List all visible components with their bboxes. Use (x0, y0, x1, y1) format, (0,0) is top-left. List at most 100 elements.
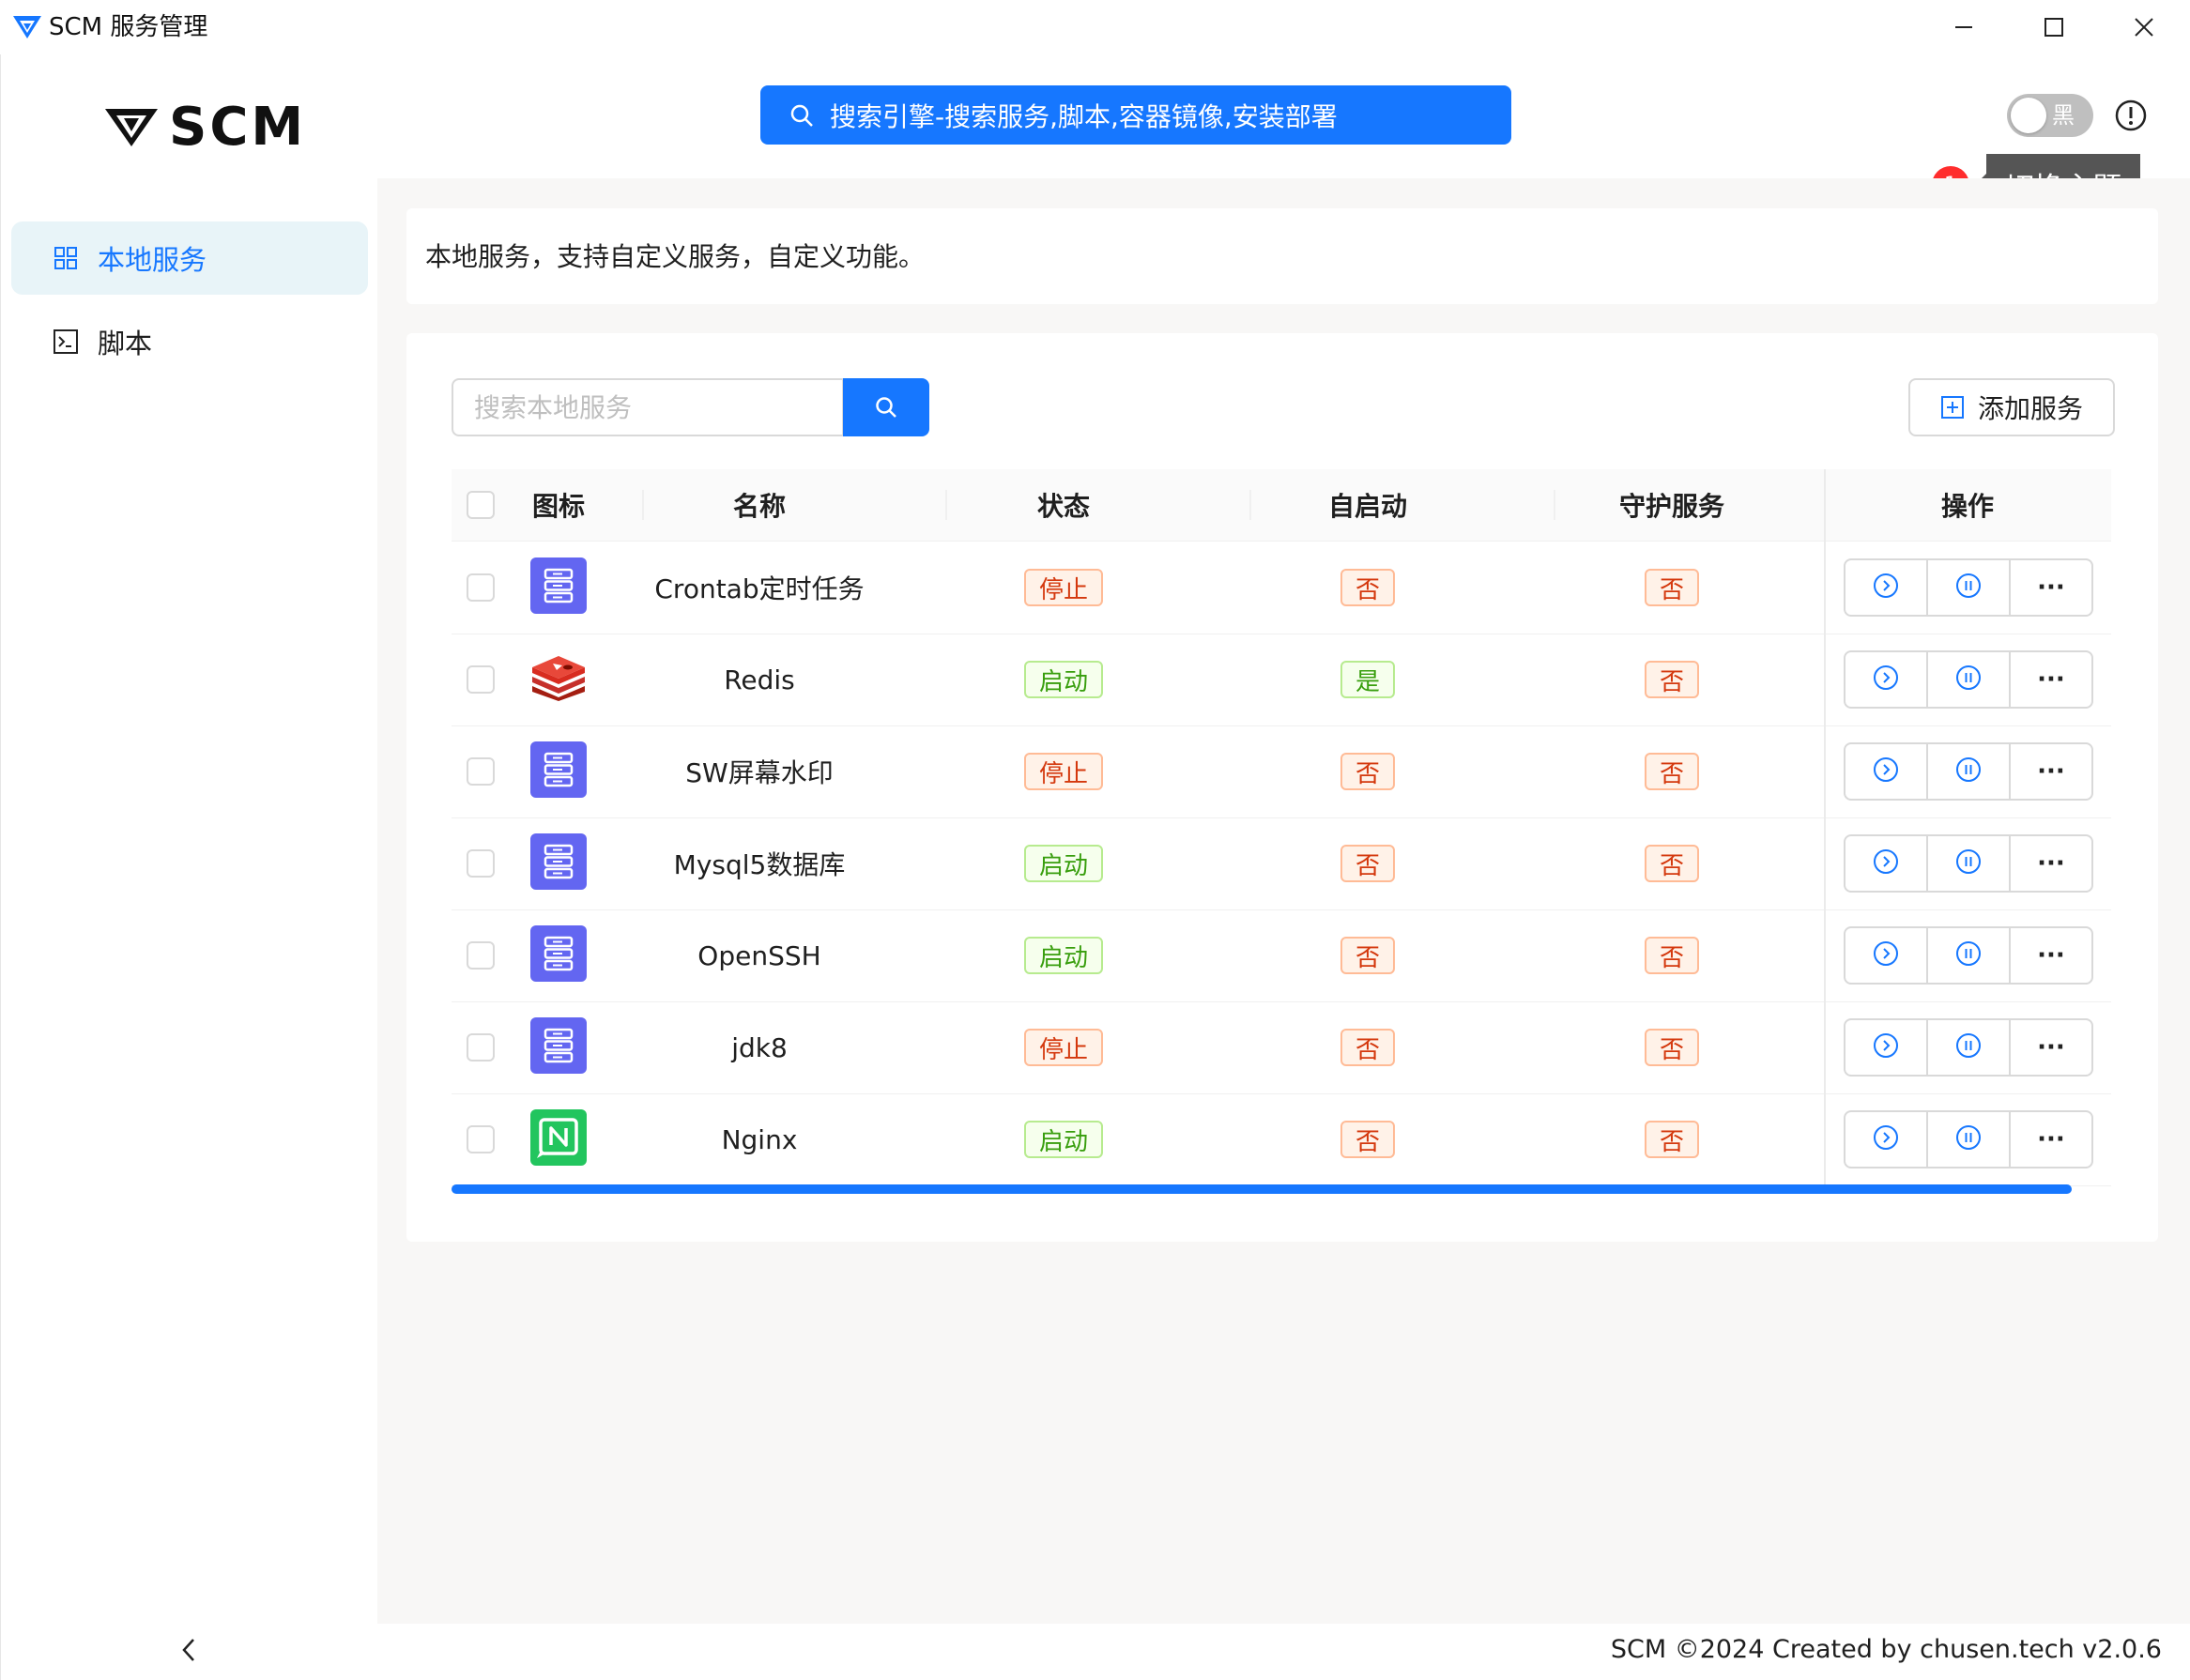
table-row: Mysql5数据库 启动 否 否 ··· (452, 817, 2111, 910)
start-service-button[interactable] (1844, 834, 1928, 893)
pause-service-button[interactable] (1926, 558, 2011, 617)
theme-toggle[interactable]: 黑 (2007, 94, 2093, 137)
brand-logo-icon (105, 109, 158, 146)
pause-circle-icon (1955, 756, 1982, 787)
more-actions-button[interactable]: ··· (2009, 926, 2093, 985)
local-search-button[interactable] (843, 378, 929, 436)
sidebar-item-local-services[interactable]: 本地服务 (11, 221, 368, 295)
app-logo-icon (11, 13, 43, 41)
service-icon-cell (510, 1001, 607, 1093)
info-icon[interactable] (2115, 99, 2147, 131)
terminal-icon (53, 328, 79, 355)
row-checkbox[interactable] (467, 1125, 495, 1153)
start-service-button[interactable] (1844, 1018, 1928, 1077)
brand-logo: SCM (103, 94, 306, 160)
add-service-button[interactable]: 添加服务 (1908, 378, 2115, 436)
service-icon-cell (510, 634, 607, 725)
more-actions-button[interactable]: ··· (2009, 742, 2093, 801)
local-search-input[interactable] (472, 380, 833, 435)
sidebar-item-scripts[interactable]: 脚本 (11, 305, 368, 378)
toggle-knob (2011, 98, 2046, 133)
pause-service-button[interactable] (1926, 650, 2011, 709)
status-tag: 停止 (1023, 1029, 1103, 1066)
actions-cell: ··· (1841, 1093, 2096, 1185)
autostart-cell: 否 (1216, 725, 1520, 817)
minimize-button[interactable] (1919, 0, 2009, 54)
status-cell: 启动 (911, 909, 1216, 1001)
global-search-button[interactable]: 搜索引擎-搜索服务,脚本,容器镜像,安装部署 (760, 85, 1511, 145)
autostart-tag: 否 (1340, 937, 1395, 974)
daemon-tag: 否 (1644, 1029, 1699, 1066)
autostart-cell: 否 (1216, 542, 1520, 634)
status-cell: 启动 (911, 1093, 1216, 1185)
pause-circle-icon (1955, 940, 1982, 970)
start-service-button[interactable] (1844, 558, 1928, 617)
play-circle-icon (1873, 664, 1899, 695)
collapse-sidebar-button[interactable] (175, 1633, 203, 1667)
table-row: jdk8 停止 否 否 ··· (452, 1001, 2111, 1094)
pause-service-button[interactable] (1926, 834, 2011, 893)
status-cell: 停止 (911, 1001, 1216, 1093)
actions-cell: ··· (1841, 909, 2096, 1001)
service-icon-cell (510, 909, 607, 1001)
server-icon (530, 925, 587, 985)
row-select-cell (452, 725, 510, 817)
pause-service-button[interactable] (1926, 1018, 2011, 1077)
play-circle-icon (1873, 1124, 1899, 1154)
select-all-checkbox[interactable] (467, 491, 495, 519)
service-name-cell: Crontab定时任务 (607, 542, 911, 634)
more-icon: ··· (2037, 941, 2065, 970)
service-name: jdk8 (731, 1031, 788, 1063)
start-service-button[interactable] (1844, 926, 1928, 985)
server-icon (530, 557, 587, 618)
title-bar: SCM 服务管理 (0, 0, 2190, 54)
actions-cell: ··· (1841, 1001, 2096, 1093)
more-actions-button[interactable]: ··· (2009, 650, 2093, 709)
maximize-button[interactable] (2009, 0, 2099, 54)
actions-cell: ··· (1841, 725, 2096, 817)
close-window-button[interactable] (2099, 0, 2189, 54)
local-search-field[interactable] (452, 378, 844, 436)
more-icon: ··· (2037, 573, 2065, 602)
row-checkbox[interactable] (467, 757, 495, 786)
daemon-tag: 否 (1644, 937, 1699, 974)
daemon-cell: 否 (1520, 1093, 1824, 1185)
more-actions-button[interactable]: ··· (2009, 1018, 2093, 1077)
fixed-column-divider (1824, 469, 1826, 1184)
row-checkbox[interactable] (467, 1033, 495, 1061)
horizontal-scrollbar-thumb[interactable] (452, 1184, 2072, 1194)
pause-service-button[interactable] (1926, 926, 2011, 985)
daemon-cell: 否 (1520, 634, 1824, 725)
more-actions-button[interactable]: ··· (2009, 834, 2093, 893)
start-service-button[interactable] (1844, 1110, 1928, 1168)
start-service-button[interactable] (1844, 742, 1928, 801)
more-actions-button[interactable]: ··· (2009, 1110, 2093, 1168)
more-actions-button[interactable]: ··· (2009, 558, 2093, 617)
column-header-autostart: 自启动 (1327, 491, 1407, 522)
service-name-cell: Redis (607, 634, 911, 725)
row-checkbox[interactable] (467, 573, 495, 602)
theme-toggle-label: 黑 (2052, 102, 2075, 129)
pause-service-button[interactable] (1926, 742, 2011, 801)
description-card: 本地服务，支持自定义服务，自定义功能。 (406, 208, 2158, 304)
pause-circle-icon (1955, 664, 1982, 695)
row-checkbox[interactable] (467, 665, 495, 694)
daemon-tag: 否 (1644, 845, 1699, 882)
grid-icon (53, 245, 79, 271)
column-header-status: 状态 (1036, 491, 1090, 522)
row-checkbox[interactable] (467, 849, 495, 878)
play-circle-icon (1873, 848, 1899, 878)
start-service-button[interactable] (1844, 650, 1928, 709)
row-checkbox[interactable] (467, 941, 495, 970)
pause-service-button[interactable] (1926, 1110, 2011, 1168)
autostart-tag: 否 (1340, 1121, 1395, 1158)
service-name: OpenSSH (697, 939, 821, 971)
table-row: OpenSSH 启动 否 否 ··· (452, 909, 2111, 1002)
sidebar-item-label: 本地服务 (98, 244, 207, 276)
table-row: SW屏幕水印 停止 否 否 ··· (452, 725, 2111, 818)
status-tag: 停止 (1023, 753, 1103, 790)
row-select-cell (452, 909, 510, 1001)
status-tag: 停止 (1023, 569, 1103, 606)
autostart-tag: 是 (1340, 661, 1395, 698)
page-description: 本地服务，支持自定义服务，自定义功能。 (425, 241, 926, 272)
